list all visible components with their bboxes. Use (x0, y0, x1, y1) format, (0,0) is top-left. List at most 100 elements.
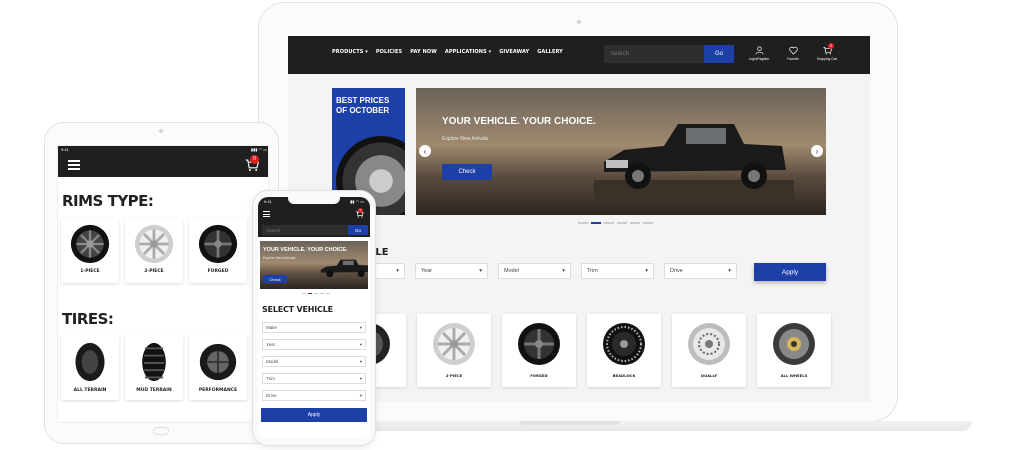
heart-icon (788, 46, 798, 55)
rim-card[interactable]: FORGED (189, 218, 247, 283)
cart-badge: 0 (358, 208, 363, 213)
shopping-cart-label: Shopping Cart (816, 57, 838, 61)
year-select[interactable]: Year ▾ (262, 339, 366, 350)
chevron-down-icon: ▾ (359, 324, 362, 330)
nav-link-pay-now[interactable]: PAY NOW (410, 49, 437, 55)
wheel-image (198, 224, 238, 264)
category-card[interactable]: DUALLY (672, 314, 746, 387)
phone-screen: 9:41 ▮▮ ◠ ▭ 0 Go YOUR VEHICLE. YOUR CHOIC… (258, 197, 370, 438)
hero-subtitle: Explore New Arrivals (442, 136, 489, 142)
drive-select[interactable]: Drive ▾ (664, 263, 737, 279)
search-input[interactable] (262, 225, 348, 235)
carousel-dot[interactable] (617, 222, 627, 224)
apply-button[interactable]: Apply (754, 263, 826, 281)
carousel-dot[interactable] (326, 293, 330, 294)
tire-card[interactable]: PERFORMANCE (189, 335, 247, 400)
tire-image (75, 342, 105, 382)
phone-header: 9:41 ▮▮ ◠ ▭ 0 Go (258, 197, 370, 237)
login-register-button[interactable]: Login/Register (746, 46, 772, 61)
rims-row: 1-PIECE 2-PIECE FORGED (61, 218, 247, 283)
carousel-dot[interactable] (314, 293, 318, 294)
search-input[interactable] (604, 45, 704, 63)
carousel-dot[interactable] (643, 222, 653, 224)
carousel-dot[interactable] (630, 222, 640, 224)
category-card[interactable]: FORGED (502, 314, 576, 387)
wheel-image (134, 224, 174, 264)
category-label: 2-PIECE (445, 373, 463, 378)
hamburger-menu-icon[interactable] (263, 211, 270, 219)
model-select[interactable]: Model ▾ (498, 263, 571, 279)
tire-card[interactable]: ALL TERRAIN (61, 335, 119, 400)
chevron-down-icon: ▾ (359, 392, 362, 398)
model-select-label: Model (266, 359, 279, 364)
tires-title: TIRES: (62, 310, 114, 328)
hero-check-button[interactable]: Check (263, 275, 287, 283)
status-bar: 9:41 ▮▮ ◠ ▭ (264, 199, 364, 204)
rim-card[interactable]: 2-PIECE (125, 218, 183, 283)
favorite-button[interactable]: Favorite (780, 46, 806, 61)
rim-label: 2-PIECE (144, 269, 164, 274)
nav-link-products[interactable]: PRODUCTS ▾ (332, 49, 368, 55)
drive-select[interactable]: Drive ▾ (262, 390, 366, 401)
tires-row: ALL TERRAIN MUD TERRAIN PERFORMANCE (61, 335, 247, 400)
nav-link-gallery[interactable]: GALLERY (537, 49, 563, 55)
search-button[interactable]: Go (348, 225, 368, 235)
hamburger-menu-icon[interactable] (68, 160, 80, 172)
carousel-dot[interactable] (578, 222, 588, 224)
make-select[interactable]: Make ▾ (262, 322, 366, 333)
nav-links: PRODUCTS ▾ POLICIES PAY NOW APPLICATIONS… (332, 49, 563, 55)
tire-label: ALL TERRAIN (73, 388, 107, 393)
wheel-image (773, 323, 815, 365)
model-select[interactable]: Model ▾ (262, 356, 366, 367)
drive-select-label: Drive (670, 268, 683, 274)
nav-link-applications[interactable]: APPLICATIONS ▾ (445, 49, 491, 55)
carousel-dot[interactable] (320, 293, 324, 294)
hero-title: YOUR VEHICLE. YOUR CHOICE. (263, 247, 348, 253)
wheel-categories: 2-PIECE FORGED BEADLOCK DUALLY ALL WHEEL… (332, 314, 831, 387)
hero-subtitle: Explore New Arrivals (263, 256, 296, 260)
model-select-label: Model (504, 268, 519, 274)
tire-label: MUD TERRAIN (136, 388, 172, 393)
select-vehicle-title: SELECT VEHICLE (262, 305, 333, 314)
chevron-down-icon: ▾ (562, 268, 565, 274)
carousel-next-arrow[interactable]: › (811, 145, 823, 157)
category-card[interactable]: BEADLOCK (587, 314, 661, 387)
year-select-label: Year (421, 268, 433, 274)
carousel-prev-arrow[interactable]: ‹ (419, 145, 431, 157)
tire-card[interactable]: MUD TERRAIN (125, 335, 183, 400)
favorite-label: Favorite (787, 57, 799, 61)
search-bar: Go (262, 225, 368, 235)
laptop-notch (520, 421, 620, 425)
tablet-header: 9:41 ▮▮▮ ◠ ▭ 0 (58, 146, 268, 177)
laptop-navbar: PRODUCTS ▾ POLICIES PAY NOW APPLICATIONS… (288, 36, 870, 74)
chevron-down-icon: ▾ (359, 341, 362, 347)
rim-label: 1-PIECE (80, 269, 100, 274)
wheel-image (70, 224, 110, 264)
search-button[interactable]: Go (704, 45, 734, 63)
carousel-dot[interactable] (604, 222, 614, 224)
carousel-dots (302, 293, 330, 294)
category-card[interactable]: ALL WHEELS (757, 314, 831, 387)
shopping-cart-button[interactable]: 0 Shopping Cart (814, 43, 840, 61)
truck-image (320, 259, 368, 278)
hero-check-button[interactable]: Check (442, 164, 492, 180)
carousel-dot[interactable] (302, 293, 306, 294)
trim-select[interactable]: Trim ▾ (262, 373, 366, 384)
chevron-down-icon: ▾ (479, 268, 482, 274)
status-time: 9:41 (61, 147, 69, 152)
laptop-camera (577, 20, 581, 24)
nav-link-policies[interactable]: POLICIES (376, 49, 402, 55)
category-card[interactable]: 2-PIECE (417, 314, 491, 387)
carousel-dot-active[interactable] (591, 222, 601, 224)
status-time: 9:41 (264, 199, 272, 204)
year-select[interactable]: Year ▾ (415, 263, 488, 279)
rim-card[interactable]: 1-PIECE (61, 218, 119, 283)
nav-link-giveaway[interactable]: GIVEAWAY (499, 49, 529, 55)
trim-select-label: Trim (266, 376, 275, 381)
trim-select-label: Trim (587, 268, 598, 274)
wheel-image (688, 323, 730, 365)
tablet-camera (159, 129, 163, 133)
trim-select[interactable]: Trim ▾ (581, 263, 654, 279)
carousel-dot-active[interactable] (308, 293, 312, 294)
apply-button[interactable]: Apply (261, 408, 367, 422)
